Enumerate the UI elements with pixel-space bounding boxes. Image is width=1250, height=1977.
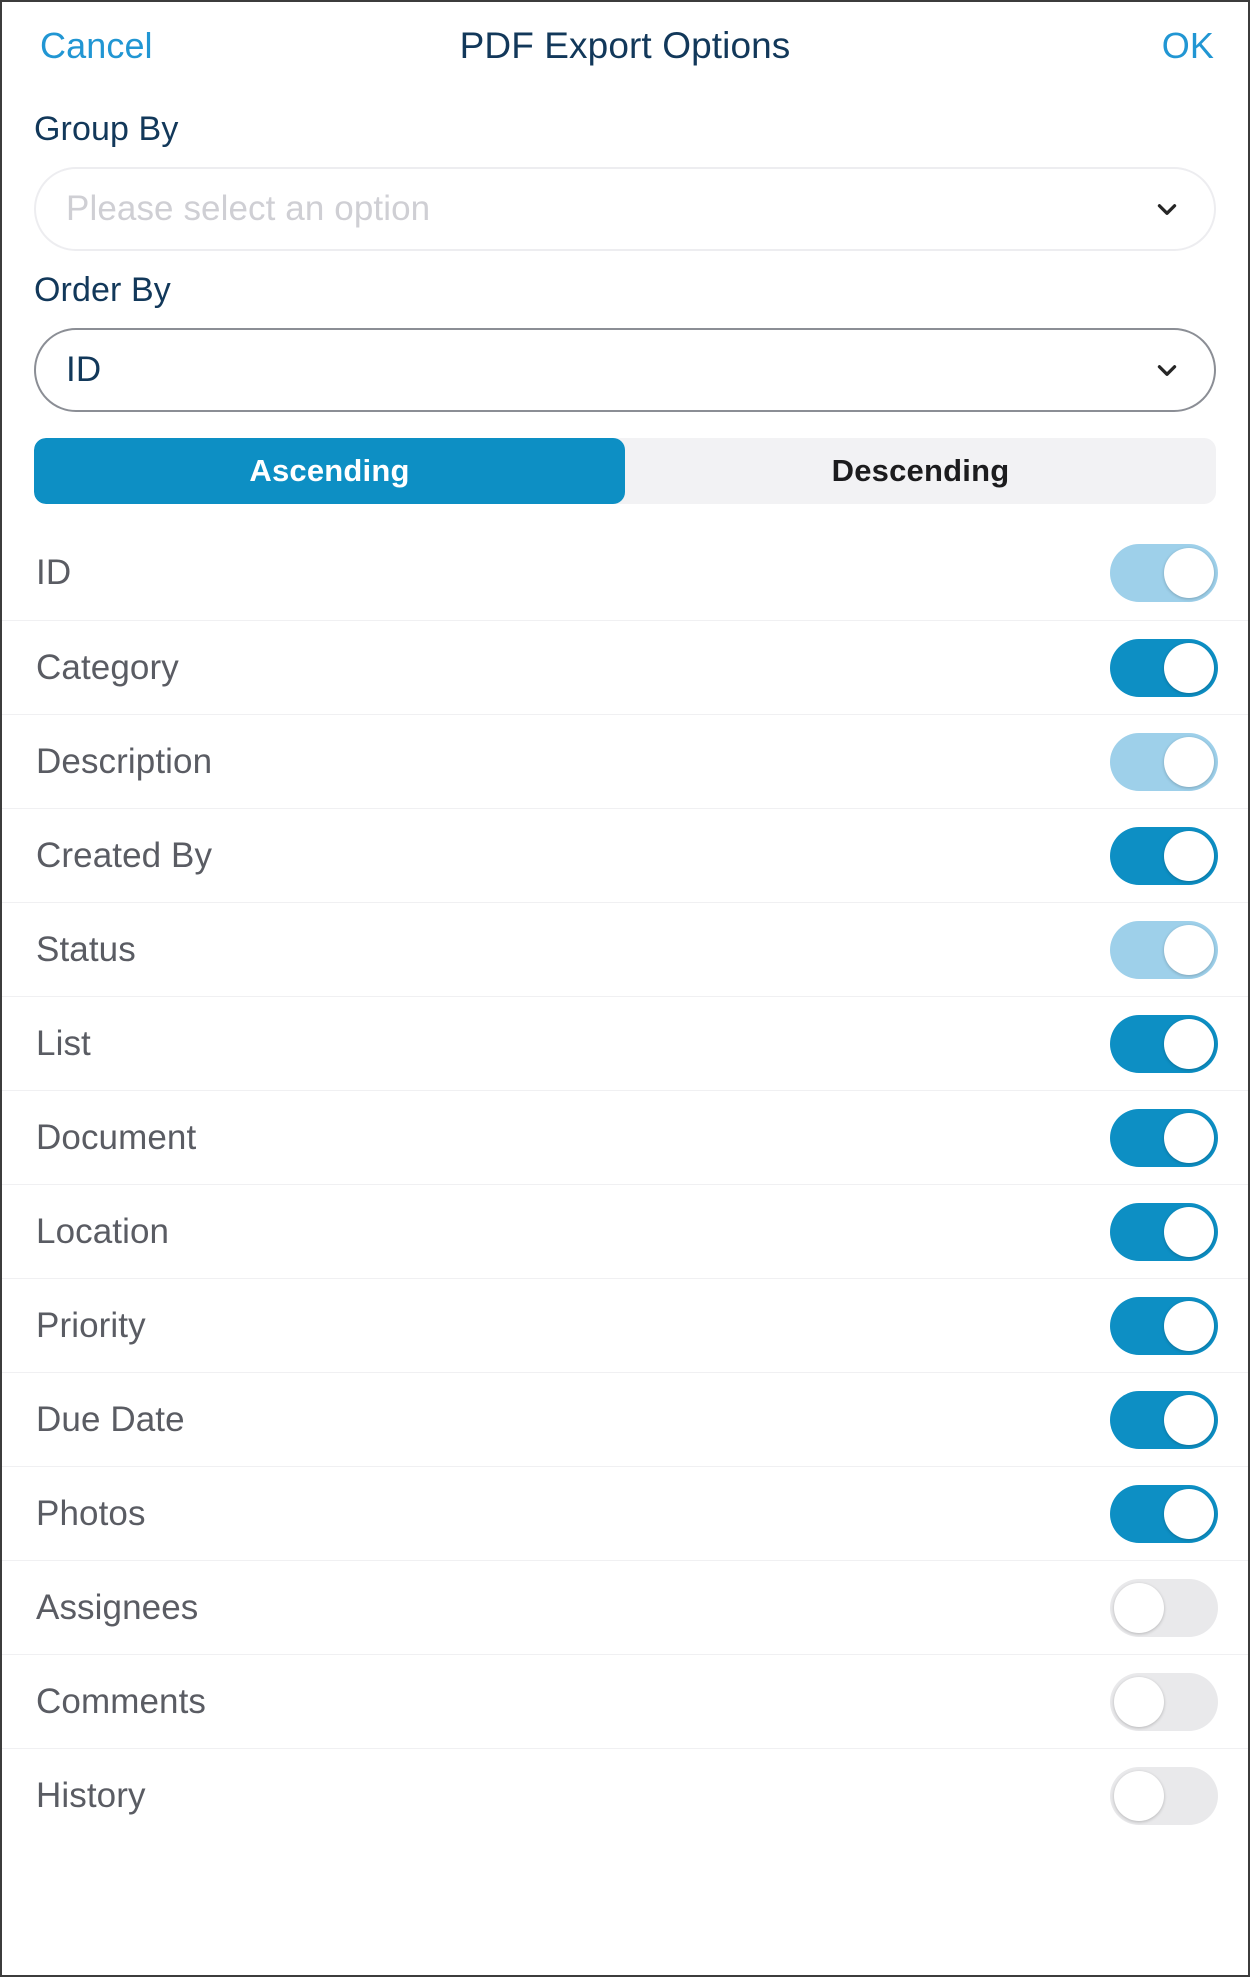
- field-toggle-switch[interactable]: [1110, 1766, 1218, 1825]
- field-toggle-switch[interactable]: [1110, 1296, 1218, 1355]
- chevron-down-icon: [1154, 357, 1180, 383]
- toggle-knob: [1164, 1206, 1214, 1257]
- field-toggle-row[interactable]: Location: [2, 1184, 1248, 1278]
- cancel-button[interactable]: Cancel: [40, 25, 153, 67]
- field-toggle-label: Comments: [36, 1681, 207, 1721]
- group-by-placeholder: Please select an option: [66, 189, 431, 228]
- field-toggle-label: Category: [36, 647, 179, 687]
- field-toggle-row[interactable]: List: [2, 996, 1248, 1090]
- field-toggle-switch[interactable]: [1110, 638, 1218, 697]
- field-toggle-row[interactable]: Description: [2, 714, 1248, 808]
- field-toggle-label: Status: [36, 929, 136, 969]
- toggle-knob: [1164, 1394, 1214, 1445]
- sort-direction-segmented-control[interactable]: Ascending Descending: [34, 438, 1216, 504]
- field-toggle-label: Location: [36, 1211, 170, 1251]
- field-toggle-switch[interactable]: [1110, 1202, 1218, 1261]
- toggle-knob: [1164, 1488, 1214, 1539]
- field-toggle-row[interactable]: Created By: [2, 808, 1248, 902]
- chevron-down-icon: [1154, 196, 1180, 222]
- field-toggle-label: Created By: [36, 835, 213, 875]
- field-toggle-row[interactable]: Status: [2, 902, 1248, 996]
- toggle-knob: [1164, 736, 1214, 787]
- field-toggle-row[interactable]: Comments: [2, 1654, 1248, 1748]
- field-toggle-label: Description: [36, 741, 213, 781]
- field-toggle-switch[interactable]: [1110, 1672, 1218, 1731]
- toggle-knob: [1164, 642, 1214, 693]
- field-toggle-switch[interactable]: [1110, 920, 1218, 979]
- dialog-title: PDF Export Options: [459, 25, 791, 66]
- field-toggle-label: List: [36, 1023, 91, 1063]
- field-toggle-row[interactable]: Category: [2, 620, 1248, 714]
- field-toggle-label: Due Date: [36, 1399, 185, 1439]
- dialog-header: Cancel PDF Export Options OK: [2, 2, 1248, 90]
- field-toggle-switch[interactable]: [1110, 826, 1218, 885]
- toggle-knob: [1164, 924, 1214, 975]
- field-toggle-switch[interactable]: [1110, 1014, 1218, 1073]
- field-toggle-label: ID: [36, 553, 72, 592]
- field-toggle-switch[interactable]: [1110, 1390, 1218, 1449]
- field-toggle-row[interactable]: ID: [2, 526, 1248, 620]
- ok-button[interactable]: OK: [1162, 25, 1214, 67]
- field-toggle-label: Priority: [36, 1305, 146, 1345]
- order-by-value: ID: [66, 350, 102, 389]
- toggle-knob: [1114, 1676, 1164, 1727]
- field-toggle-label: Photos: [36, 1493, 146, 1533]
- field-toggle-label: History: [36, 1775, 146, 1815]
- field-toggle-switch[interactable]: [1110, 1108, 1218, 1167]
- field-toggle-label: Document: [36, 1117, 197, 1157]
- field-toggle-switch[interactable]: [1110, 1578, 1218, 1637]
- field-toggle-label: Assignees: [36, 1587, 199, 1627]
- toggle-knob: [1164, 830, 1214, 881]
- toggle-knob: [1114, 1582, 1164, 1633]
- segment-ascending[interactable]: Ascending: [34, 438, 625, 504]
- field-toggle-switch[interactable]: [1110, 1484, 1218, 1543]
- order-by-label: Order By: [34, 271, 171, 309]
- field-toggle-row[interactable]: History: [2, 1748, 1248, 1842]
- toggle-knob: [1164, 1018, 1214, 1069]
- field-toggle-row[interactable]: Assignees: [2, 1560, 1248, 1654]
- field-toggle-switch[interactable]: [1110, 732, 1218, 791]
- toggle-knob: [1114, 1770, 1164, 1821]
- field-toggle-switch[interactable]: [1110, 544, 1218, 602]
- toggle-knob: [1164, 548, 1214, 598]
- pdf-export-options-dialog: Cancel PDF Export Options OK Group By Pl…: [0, 0, 1250, 1977]
- order-by-select[interactable]: ID: [34, 328, 1216, 412]
- field-toggle-row[interactable]: Document: [2, 1090, 1248, 1184]
- field-toggle-list: ID Category Description Created By Status Lis…: [2, 526, 1248, 1842]
- field-toggle-row[interactable]: Due Date: [2, 1372, 1248, 1466]
- field-toggle-row[interactable]: Priority: [2, 1278, 1248, 1372]
- export-form: Group By Please select an option Order B…: [2, 110, 1248, 412]
- toggle-knob: [1164, 1300, 1214, 1351]
- group-by-select[interactable]: Please select an option: [34, 167, 1216, 251]
- segment-descending[interactable]: Descending: [625, 438, 1216, 504]
- group-by-label: Group By: [34, 110, 179, 148]
- field-toggle-row[interactable]: Photos: [2, 1466, 1248, 1560]
- toggle-knob: [1164, 1112, 1214, 1163]
